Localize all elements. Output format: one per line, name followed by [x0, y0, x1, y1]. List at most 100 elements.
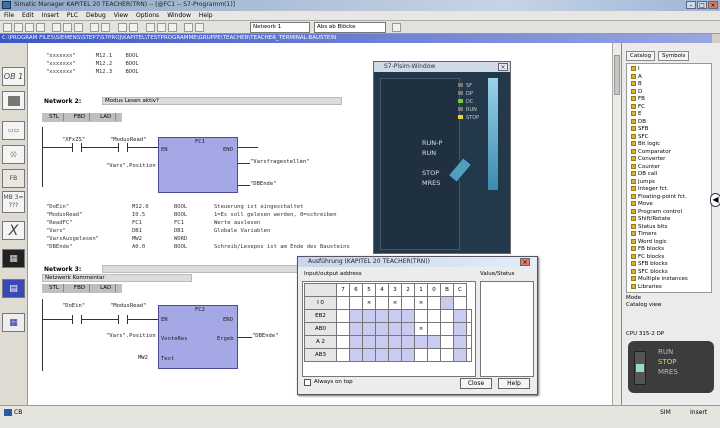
tree-item[interactable]: DB call [631, 171, 657, 178]
tree-item[interactable]: Multiple instances [631, 276, 688, 283]
tree-item[interactable]: DB [631, 118, 646, 126]
watch-row[interactable]: A 2 [304, 335, 472, 349]
fb-button[interactable]: FB [2, 169, 25, 188]
tree-item[interactable]: A [631, 73, 642, 81]
scrollbar-thumb[interactable] [614, 55, 620, 95]
tree-item[interactable]: E [631, 111, 641, 118]
block-button[interactable] [2, 91, 25, 110]
fc-button[interactable]: ▭▭ [2, 121, 25, 140]
tree-item[interactable]: FB [631, 96, 645, 103]
watch-row[interactable]: AB3 [304, 348, 472, 362]
tab-symbols[interactable]: Symbols [658, 51, 690, 61]
table-button[interactable]: ▦ [2, 313, 25, 332]
tree-item[interactable]: SFC [631, 133, 649, 141]
contact-icon[interactable] [118, 143, 128, 152]
tab-stl[interactable]: STL [45, 284, 64, 292]
upload-icon[interactable] [101, 23, 110, 32]
close-button[interactable]: Close [460, 378, 492, 389]
watch-row[interactable]: AB0 × [304, 322, 472, 336]
contact-icon[interactable] [146, 23, 155, 32]
cut-icon[interactable] [52, 23, 61, 32]
tree-item[interactable]: Floating-point fct. [631, 193, 687, 201]
contact-icon[interactable] [72, 315, 82, 324]
tab-catalog[interactable]: Catalog [626, 51, 656, 61]
help-button[interactable]: Help [498, 378, 530, 389]
tree-item[interactable]: FB blocks [631, 246, 664, 253]
tree-item[interactable]: Move [631, 201, 653, 208]
tree-item[interactable]: B [631, 81, 642, 88]
calculator-button[interactable]: ▦ [2, 249, 25, 268]
tree-item[interactable]: Program control [631, 208, 682, 216]
menu-item[interactable]: Insert [38, 11, 63, 21]
tree-item[interactable]: Integer fct. [631, 186, 668, 193]
collapse-icon[interactable]: ◀ [710, 193, 720, 207]
watch-row[interactable]: I 0 × × × [304, 296, 472, 310]
editor-scrollbar[interactable] [612, 43, 621, 405]
function-block[interactable]: FC2 EN ENO VonteRes Ergeb Text [158, 305, 238, 369]
tree-item[interactable]: D [631, 88, 642, 96]
mode-switch-icon[interactable] [634, 351, 646, 385]
tree-item[interactable]: Timers [631, 231, 657, 238]
tree-item[interactable]: Jumps [631, 178, 655, 186]
coil-icon[interactable] [157, 23, 166, 32]
tree-item[interactable]: FC blocks [631, 253, 664, 261]
zoom-in-icon[interactable] [184, 23, 193, 32]
close-icon[interactable]: × [498, 63, 508, 71]
tree-item[interactable]: FC [631, 103, 645, 111]
tab-stl[interactable]: STL [45, 113, 64, 121]
print-icon[interactable] [36, 23, 45, 32]
copy-icon[interactable] [63, 23, 72, 32]
tree-item[interactable]: Counter [631, 163, 660, 171]
network-2-comment[interactable]: Modus Lesen aktiv? [102, 97, 342, 105]
block-list-button[interactable]: ▤ [2, 279, 25, 298]
tree-item[interactable]: Converter [631, 156, 665, 163]
minimize-icon[interactable]: – [686, 1, 696, 9]
tree-item[interactable]: Word logic [631, 238, 667, 246]
tree-item[interactable]: SFB [631, 126, 648, 133]
download-icon[interactable] [90, 23, 99, 32]
always-on-top-checkbox[interactable] [304, 379, 311, 386]
mb-button[interactable]: MB 3=??? [2, 191, 25, 213]
search-combo[interactable]: Abs ab Blöcke [314, 22, 386, 33]
menu-item[interactable]: File [0, 11, 18, 21]
tab-fbd[interactable]: FBD [70, 284, 91, 292]
close-icon[interactable]: × [708, 1, 718, 9]
close-icon[interactable]: × [520, 258, 530, 266]
sfc-button[interactable]: ◊◊ [2, 145, 25, 164]
ob1-button[interactable]: OB 1 [2, 67, 25, 86]
tree-item[interactable]: SFB blocks [631, 261, 668, 268]
tree-item[interactable]: SFC blocks [631, 268, 668, 276]
menu-item[interactable]: Options [132, 11, 163, 21]
open-icon[interactable] [14, 23, 23, 32]
tab-lad[interactable]: LAD [96, 284, 117, 292]
menu-item[interactable]: PLC [63, 11, 82, 21]
plc-sim-window[interactable]: S7-Plsim-Window × SF DP DC RUN STOP RUN-P… [373, 61, 511, 254]
contact-icon[interactable] [118, 315, 128, 324]
watch-grid[interactable]: 7 6 5 4 3 2 1 0 B C I 0 × × × EB2 AB0 × A … [304, 283, 472, 362]
element-tree[interactable]: I A B D FB FC E DB SFB SFC Bit logic Comparator Conv… [626, 63, 712, 293]
menu-item[interactable]: Edit [18, 11, 38, 21]
tree-item[interactable]: Libraries [631, 283, 662, 291]
tree-item[interactable]: Shift/Rotate [631, 216, 670, 223]
tab-fbd[interactable]: FBD [70, 113, 91, 121]
help-icon[interactable] [392, 23, 401, 32]
tree-item[interactable]: Status bits [631, 223, 667, 231]
watch-row[interactable]: EB2 [304, 309, 472, 323]
save-icon[interactable] [25, 23, 34, 32]
network-3-comment-field[interactable] [102, 265, 302, 273]
tree-item[interactable]: Bit logic [631, 141, 660, 148]
tab-lad[interactable]: LAD [96, 113, 117, 121]
value-list[interactable] [480, 281, 534, 377]
function-block[interactable]: FC1 EN ENO [158, 137, 238, 193]
monitor-icon[interactable] [118, 23, 127, 32]
menu-item[interactable]: Debug [82, 11, 110, 21]
contact-icon[interactable] [72, 143, 82, 152]
maximize-icon[interactable]: □ [697, 1, 707, 9]
paste-icon[interactable] [74, 23, 83, 32]
io-watch-window[interactable]: Ausführung (KAPITEL 20 TEACHER(TRN)) × I… [297, 256, 538, 395]
tree-item[interactable]: I [631, 66, 640, 73]
menu-item[interactable]: View [110, 11, 132, 21]
simulation-icon[interactable] [129, 23, 138, 32]
tree-item[interactable]: Comparator [631, 148, 671, 156]
network-combo[interactable]: Network 1 [250, 22, 310, 33]
